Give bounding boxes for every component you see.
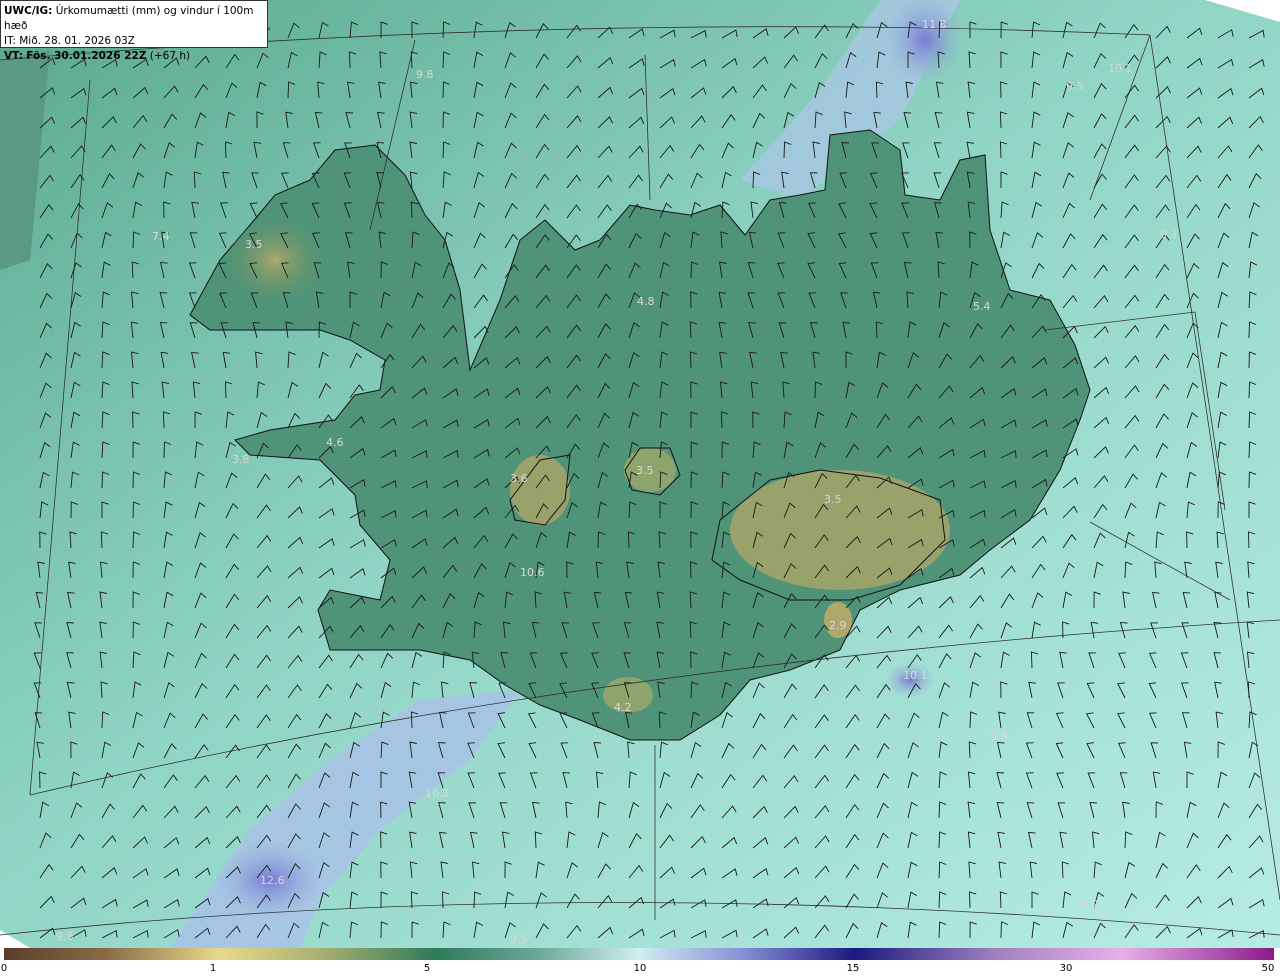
header-title-line: UWC/IG: Úrkomumætti (mm) og vindur í 100… [4, 4, 264, 34]
map-value: 12.6 [260, 874, 285, 887]
westfjords-highland [230, 220, 320, 300]
map-value: 9.8 [990, 730, 1008, 743]
map-value: 5.4 [973, 300, 991, 313]
map-header: UWC/IG: Úrkomumætti (mm) og vindur í 100… [0, 0, 268, 62]
product-name: UWC/IG: [4, 5, 53, 17]
forecast-map-view: 11.8 9.8 10.1 9.5 7.4 3.5 4.8 5.4 9.3 4.… [0, 0, 1280, 978]
colorbar [4, 948, 1274, 960]
map-value: 10.1 [903, 669, 928, 682]
map-value: 9.5 [510, 933, 528, 946]
colorbar-tick: 15 [846, 963, 860, 974]
map-value: 3.6 [510, 472, 528, 485]
map-value: 9.8 [416, 68, 434, 81]
map-value: 10.1 [1108, 62, 1133, 75]
map-value: 3.5 [245, 238, 263, 251]
colorbar-tick: 50 [1261, 963, 1275, 974]
valid-prefix: VT: [4, 50, 23, 62]
colorbar-scale [4, 948, 1274, 960]
map-value: 10.2 [425, 787, 450, 800]
colorbar-tick: 5 [423, 963, 431, 974]
map-value: 10.6 [520, 566, 545, 579]
map-value: 4.6 [326, 436, 344, 449]
map-value: 7.4 [152, 230, 170, 243]
weather-map[interactable]: 11.8 9.8 10.1 9.5 7.4 3.5 4.8 5.4 9.3 4.… [0, 0, 1280, 948]
valid-time: Fös. 30.01.2026 22Z [26, 50, 147, 62]
map-value: 3.8 [232, 453, 250, 466]
map-value: 9.3 [1160, 228, 1178, 241]
colorbar-tick: 1 [209, 963, 217, 974]
map-value: 2.9 [829, 619, 847, 632]
map-value: 4.2 [614, 701, 632, 714]
colorbar-tick: 30 [1059, 963, 1073, 974]
map-value: 3.5 [636, 464, 654, 477]
map-value: 11.8 [922, 18, 947, 31]
colorbar-tick: 0 [0, 963, 8, 974]
map-value: 10.2 [1074, 898, 1099, 911]
map-value: 4.8 [637, 295, 655, 308]
map-value: 9.5 [1066, 80, 1084, 93]
langjokull [510, 455, 570, 525]
map-value: 9.8 [56, 930, 74, 943]
valid-time-line: VT: Fös. 30.01.2026 22Z (+67 h) [4, 49, 264, 64]
issue-time: IT: Mið. 28. 01. 2026 03Z [4, 35, 135, 47]
colorbar-tick: 10 [633, 963, 647, 974]
lead-time: (+67 h) [149, 50, 191, 62]
map-value: 3.5 [824, 493, 842, 506]
